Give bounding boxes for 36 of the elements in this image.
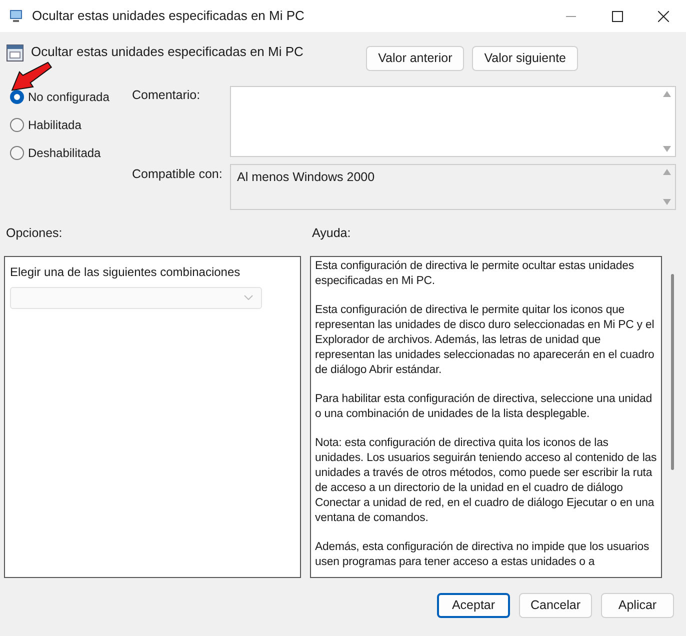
compatible-label: Compatible con: [132, 166, 224, 183]
radio-label[interactable]: Deshabilitada [28, 144, 101, 162]
nav-button[interactable]: Valor siguiente [472, 46, 578, 71]
scroll-down-icon[interactable] [662, 199, 670, 205]
radio-label[interactable]: No configurada [28, 88, 110, 106]
close-icon [658, 10, 668, 22]
options-label: Opciones: [6, 225, 64, 242]
help-label: Ayuda: [312, 225, 351, 242]
chevron-down-icon [244, 295, 253, 300]
help-paragraph: Esta configuración de directiva le permite ocultar estas unidades especificadas en Mi PC. [315, 258, 635, 289]
radio-button[interactable] [10, 90, 24, 104]
scroll-up-icon[interactable] [662, 169, 670, 175]
arrow-icon [10, 61, 52, 91]
policy-title: Ocultar estas unidades especificadas en Mi PC [31, 43, 304, 61]
help-paragraph: Esta configuración de directiva le permite quitar los iconos que representan las unidades de disco duro seleccionadas en Mi PC y el Explorador de archivos. Además, las letras de unidad que representan las unidades seleccionadas no aparecerán en el cuadro de diálogo Abrir estándar. [315, 302, 656, 378]
dialog-button[interactable]: Aceptar [437, 592, 510, 618]
help-paragraph: Además, esta configuración de directiva no impide que los usuarios usen programas para tener acceso a estas unidades o a [315, 540, 650, 570]
scrollbar-thumb[interactable] [671, 274, 674, 470]
compatible-value: Al menos Windows 2000 [236, 169, 376, 186]
help-paragraph: Nota: esta configuración de directiva quita los iconos de las unidades. Los usuarios seguirán teniendo acceso al contenido de las unidades a través de otros métodos, como puede ser escribir la ruta de acceso a un directorio de la unidad en el cuadro de diálogo Conectar a unidad de red, en el cuadro de diálogo Ejecutar o en una ventana de comandos. [315, 436, 657, 526]
maximize-icon [612, 10, 622, 22]
computer-icon [8, 8, 24, 24]
radio-label[interactable]: Habilitada [28, 116, 82, 134]
help-paragraph: Para habilitar esta configuración de directiva, seleccione una unidad o una combinación de unidades de la lista desplegable. [315, 392, 653, 422]
comment-field[interactable] [230, 86, 676, 157]
options-text: Elegir una de las siguientes combinaciones [10, 264, 242, 281]
radio-button[interactable] [10, 118, 24, 132]
dialog-button[interactable]: Cancelar [519, 592, 592, 618]
policy-icon [6, 44, 24, 62]
radio-button[interactable] [10, 146, 24, 160]
scroll-up-icon[interactable] [662, 91, 670, 97]
scroll-down-icon[interactable] [662, 146, 670, 152]
dialog-button[interactable]: Aplicar [601, 592, 674, 618]
nav-button[interactable]: Valor anterior [366, 46, 464, 71]
window-title: Ocultar estas unidades especificadas en Mi PC [32, 7, 304, 26]
comment-label: Comentario: [132, 87, 202, 104]
